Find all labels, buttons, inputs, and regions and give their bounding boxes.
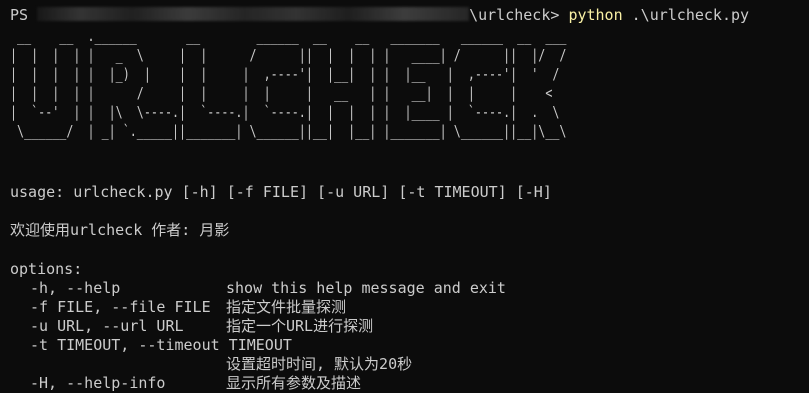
options-header: options: (10, 260, 83, 278)
prompt-path: \urlcheck> (469, 6, 560, 24)
option-flag: -t TIMEOUT, --timeout TIMEOUT (30, 336, 292, 354)
ascii-banner: __ __ .______ __ ______ __ __ _______ __… (10, 27, 574, 141)
banner-line: \______/ | _| `._____||_______| \______|… (10, 122, 574, 140)
option-flag: -f FILE, --file FILE (30, 298, 211, 316)
option-description: 指定一个URL进行探测 (226, 317, 374, 335)
banner-line: | | | | | / | | | | | __ | | __| | | | < (10, 84, 574, 102)
terminal-window[interactable]: PS \urlcheck> python .\urlcheck.py __ __… (0, 0, 809, 393)
option-flag: -h, --help (30, 279, 121, 297)
command-argument: .\urlcheck.py (631, 6, 750, 24)
banner-line: | | | | | |_) | | | | ,----'| |__| | | |… (10, 65, 574, 83)
description-line: 欢迎使用urlcheck 作者: 月影 (10, 221, 230, 239)
usage-line: usage: urlcheck.py [-h] [-f FILE] [-u UR… (10, 183, 552, 201)
banner-line: | `--' | | |\ \----.| `----.| `----.| | … (10, 103, 574, 121)
option-description: show this help message and exit (226, 279, 506, 297)
banner-line: | | | | | _ \ | | / || | | | | ____| / |… (10, 46, 574, 64)
banner-line: __ __ .______ __ ______ __ __ _______ __… (10, 27, 574, 45)
prompt-prefix: PS (10, 6, 29, 24)
prompt-line: PS \urlcheck> python .\urlcheck.py (10, 6, 749, 25)
option-description: 设置超时时间, 默认为20秒 (226, 355, 413, 373)
redacted-path (37, 7, 470, 21)
option-flag: -u URL, --url URL (30, 317, 184, 335)
option-flag: -H, --help-info (30, 374, 166, 392)
option-description: 显示所有参数及描述 (226, 374, 362, 392)
command-text: python (568, 6, 623, 24)
option-description: 指定文件批量探测 (226, 298, 347, 316)
